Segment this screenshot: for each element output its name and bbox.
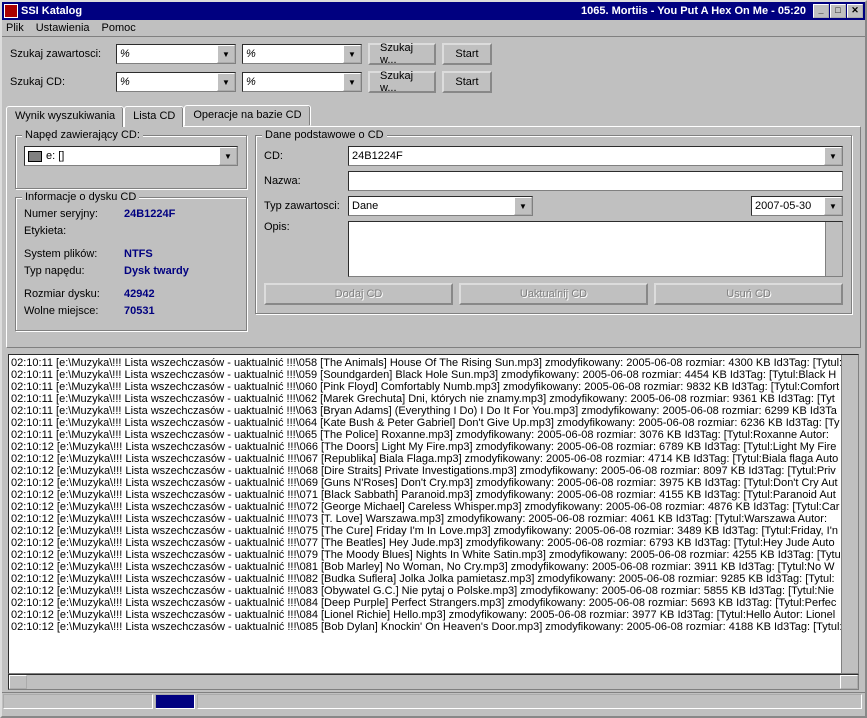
log-list[interactable]: 02:10:11 [e:\Muzyka\!!! Lista wszechczas… bbox=[8, 354, 859, 674]
app-title: SSI Katalog bbox=[21, 5, 82, 17]
type-combo[interactable]: Dane bbox=[348, 196, 533, 216]
search-cd-in-button[interactable]: Szukaj w... bbox=[368, 71, 436, 93]
log-hscrollbar[interactable] bbox=[8, 674, 859, 690]
log-line[interactable]: 02:10:11 [e:\Muzyka\!!! Lista wszechczas… bbox=[11, 369, 856, 381]
log-line[interactable]: 02:10:12 [e:\Muzyka\!!! Lista wszechczas… bbox=[11, 441, 856, 453]
disk-info-group: Informacje o dysku CD Numer seryjny:24B1… bbox=[15, 197, 247, 331]
search-content-combo-2[interactable]: % bbox=[242, 44, 362, 64]
fs-label: System plików: bbox=[24, 248, 114, 260]
menubar: Plik Ustawienia Pomoc bbox=[2, 20, 865, 37]
log-line[interactable]: 02:10:12 [e:\Muzyka\!!! Lista wszechczas… bbox=[11, 537, 856, 549]
log-line[interactable]: 02:10:11 [e:\Muzyka\!!! Lista wszechczas… bbox=[11, 357, 856, 369]
etykieta-label: Etykieta: bbox=[24, 225, 114, 237]
log-line[interactable]: 02:10:11 [e:\Muzyka\!!! Lista wszechczas… bbox=[11, 405, 856, 417]
serial-label: Numer seryjny: bbox=[24, 208, 114, 220]
drive-group-legend: Napęd zawierający CD: bbox=[22, 129, 143, 141]
scroll-up-icon[interactable]: ▲ bbox=[826, 222, 842, 238]
log-line[interactable]: 02:10:12 [e:\Muzyka\!!! Lista wszechczas… bbox=[11, 609, 856, 621]
drive-icon bbox=[28, 151, 42, 162]
titlebar: SSI Katalog 1065. Mortiis - You Put A He… bbox=[2, 2, 865, 20]
scroll-down-icon[interactable]: ▼ bbox=[826, 260, 842, 276]
drive-group: Napęd zawierający CD: e: [] bbox=[15, 135, 247, 189]
log-line[interactable]: 02:10:11 [e:\Muzyka\!!! Lista wszechczas… bbox=[11, 429, 856, 441]
search-cd-label: Szukaj CD: bbox=[10, 76, 110, 88]
cd-data-legend: Dane podstawowe o CD bbox=[262, 129, 387, 141]
status-cell-1 bbox=[3, 694, 153, 709]
log-line[interactable]: 02:10:12 [e:\Muzyka\!!! Lista wszechczas… bbox=[11, 621, 856, 633]
log-line[interactable]: 02:10:12 [e:\Muzyka\!!! Lista wszechczas… bbox=[11, 453, 856, 465]
cd-combo[interactable]: 24B1224F bbox=[348, 146, 843, 166]
menu-help[interactable]: Pomoc bbox=[102, 22, 136, 34]
log-line[interactable]: 02:10:12 [e:\Muzyka\!!! Lista wszechczas… bbox=[11, 501, 856, 513]
menu-file[interactable]: Plik bbox=[6, 22, 24, 34]
log-line[interactable]: 02:10:12 [e:\Muzyka\!!! Lista wszechczas… bbox=[11, 477, 856, 489]
tab-cdlist[interactable]: Lista CD bbox=[124, 106, 184, 127]
size-value: 42942 bbox=[124, 288, 155, 300]
disk-info-legend: Informacje o dysku CD bbox=[22, 191, 139, 203]
statusbar bbox=[2, 692, 865, 710]
log-line[interactable]: 02:10:12 [e:\Muzyka\!!! Lista wszechczas… bbox=[11, 513, 856, 525]
log-line[interactable]: 02:10:12 [e:\Muzyka\!!! Lista wszechczas… bbox=[11, 489, 856, 501]
search-cd-start-button[interactable]: Start bbox=[442, 71, 492, 93]
log-line[interactable]: 02:10:12 [e:\Muzyka\!!! Lista wszechczas… bbox=[11, 585, 856, 597]
now-playing: 1065. Mortiis - You Put A Hex On Me - 05… bbox=[581, 5, 806, 17]
maximize-button[interactable]: □ bbox=[830, 4, 846, 18]
log-line[interactable]: 02:10:12 [e:\Muzyka\!!! Lista wszechczas… bbox=[11, 573, 856, 585]
fs-value: NTFS bbox=[124, 248, 153, 260]
log-line[interactable]: 02:10:12 [e:\Muzyka\!!! Lista wszechczas… bbox=[11, 465, 856, 477]
delete-cd-button[interactable]: Usuń CD bbox=[654, 283, 843, 305]
tab-results[interactable]: Wynik wyszukiwania bbox=[6, 106, 124, 127]
log-line[interactable]: 02:10:12 [e:\Muzyka\!!! Lista wszechczas… bbox=[11, 549, 856, 561]
search-content-combo-1[interactable]: % bbox=[116, 44, 236, 64]
date-combo[interactable]: 2007-05-30 bbox=[751, 196, 843, 216]
log-line[interactable]: 02:10:11 [e:\Muzyka\!!! Lista wszechczas… bbox=[11, 381, 856, 393]
name-input[interactable] bbox=[348, 171, 843, 191]
update-cd-button[interactable]: Uaktualnij CD bbox=[459, 283, 648, 305]
tab-ops[interactable]: Operacje na bazie CD bbox=[184, 105, 310, 126]
log-line[interactable]: 02:10:11 [e:\Muzyka\!!! Lista wszechczas… bbox=[11, 417, 856, 429]
status-cell-3 bbox=[197, 694, 862, 709]
search-toolbar: Szukaj zawartosci: % % Szukaj w... Start… bbox=[2, 37, 865, 105]
search-cd-combo-2[interactable]: % bbox=[242, 72, 362, 92]
add-cd-button[interactable]: Dodaj CD bbox=[264, 283, 453, 305]
log-line[interactable]: 02:10:12 [e:\Muzyka\!!! Lista wszechczas… bbox=[11, 597, 856, 609]
size-label: Rozmiar dysku: bbox=[24, 288, 114, 300]
menu-settings[interactable]: Ustawienia bbox=[36, 22, 90, 34]
tabstrip: Wynik wyszukiwania Lista CD Operacje na … bbox=[2, 105, 865, 126]
desc-label: Opis: bbox=[264, 221, 344, 233]
close-button[interactable]: ✕ bbox=[847, 4, 863, 18]
status-cell-2 bbox=[155, 694, 195, 709]
drive-combo[interactable]: e: [] bbox=[24, 146, 238, 166]
type-label: Typ zawartosci: bbox=[264, 200, 344, 212]
name-label: Nazwa: bbox=[264, 175, 344, 187]
serial-value: 24B1224F bbox=[124, 208, 175, 220]
desc-textarea[interactable]: ▲ ▼ bbox=[348, 221, 843, 277]
free-label: Wolne miejsce: bbox=[24, 305, 114, 317]
drivetype-value: Dysk twardy bbox=[124, 265, 189, 277]
drivetype-label: Typ napędu: bbox=[24, 265, 114, 277]
search-cd-combo-1[interactable]: % bbox=[116, 72, 236, 92]
search-content-start-button[interactable]: Start bbox=[442, 43, 492, 65]
log-line[interactable]: 02:10:12 [e:\Muzyka\!!! Lista wszechczas… bbox=[11, 525, 856, 537]
cd-data-group: Dane podstawowe o CD CD: 24B1224F Nazwa:… bbox=[255, 135, 852, 314]
cd-label: CD: bbox=[264, 150, 344, 162]
main-window: SSI Katalog 1065. Mortiis - You Put A He… bbox=[0, 0, 867, 718]
app-icon bbox=[4, 4, 18, 18]
search-content-in-button[interactable]: Szukaj w... bbox=[368, 43, 436, 65]
tab-page-ops: Napęd zawierający CD: e: [] Informacje o… bbox=[6, 126, 861, 348]
log-line[interactable]: 02:10:11 [e:\Muzyka\!!! Lista wszechczas… bbox=[11, 393, 856, 405]
free-value: 70531 bbox=[124, 305, 155, 317]
minimize-button[interactable]: _ bbox=[813, 4, 829, 18]
log-line[interactable]: 02:10:12 [e:\Muzyka\!!! Lista wszechczas… bbox=[11, 561, 856, 573]
search-content-label: Szukaj zawartosci: bbox=[10, 48, 110, 60]
